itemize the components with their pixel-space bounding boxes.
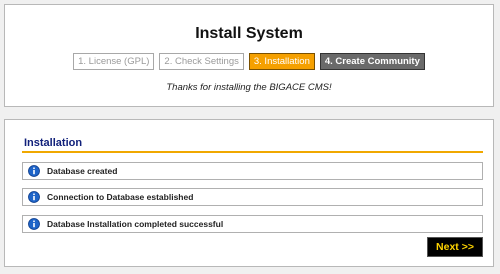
step-create-community[interactable]: 4. Create Community bbox=[319, 53, 425, 70]
status-message-connection: Connection to Database established bbox=[22, 188, 483, 206]
thanks-message: Thanks for installing the BIGACE CMS! bbox=[166, 82, 332, 93]
step-installation[interactable]: 3. Installation bbox=[248, 53, 315, 70]
step-license[interactable]: 1. License (GPL) bbox=[73, 53, 155, 70]
status-message-text: Database created bbox=[47, 166, 118, 176]
info-icon bbox=[28, 191, 40, 203]
status-message-text: Database Installation completed successf… bbox=[47, 219, 224, 229]
next-button[interactable]: Next >> bbox=[427, 237, 483, 257]
info-icon bbox=[28, 218, 40, 230]
info-icon bbox=[28, 165, 40, 177]
page-title: Install System bbox=[195, 25, 303, 42]
wizard-steps: 1. License (GPL) 2. Check Settings 3. In… bbox=[5, 53, 493, 70]
status-message-text: Connection to Database established bbox=[47, 192, 194, 202]
section-divider bbox=[22, 151, 483, 153]
step-check-settings[interactable]: 2. Check Settings bbox=[159, 53, 244, 70]
installation-panel: Installation Database created Connection… bbox=[4, 119, 494, 267]
header-panel: Install System 1. License (GPL) 2. Check… bbox=[4, 4, 494, 107]
section-title: Installation bbox=[24, 137, 83, 149]
status-message-database-created: Database created bbox=[22, 162, 483, 180]
status-message-installation-completed: Database Installation completed successf… bbox=[22, 215, 483, 233]
